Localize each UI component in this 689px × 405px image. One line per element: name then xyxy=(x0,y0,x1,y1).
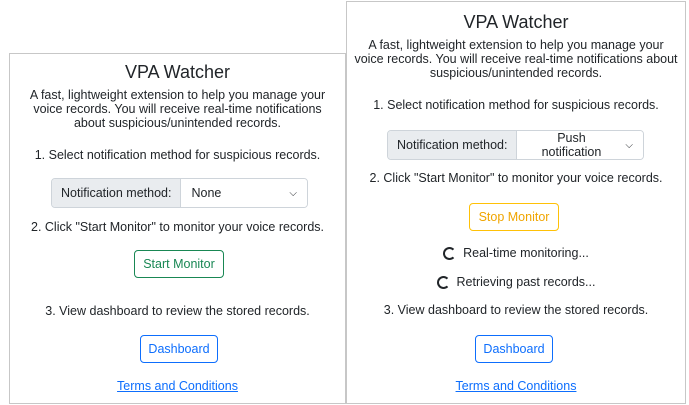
popup-panel-monitoring: VPA Watcher A fast, lightweight extensio… xyxy=(346,1,686,404)
step-2-text: 2. Click "Start Monitor" to monitor your… xyxy=(31,220,324,234)
select-current-value: None xyxy=(191,186,222,200)
terms-link[interactable]: Terms and Conditions xyxy=(347,379,685,393)
status-past-text: Retrieving past records... xyxy=(456,275,596,289)
popup-panel-idle: VPA Watcher A fast, lightweight extensio… xyxy=(9,53,346,404)
spinner-icon xyxy=(443,246,457,260)
select-current-value: Push notification xyxy=(541,131,602,159)
step-3-text: 3. View dashboard to review the stored r… xyxy=(383,303,649,317)
app-title: VPA Watcher xyxy=(124,62,231,82)
select-value[interactable]: Push notification ⌵ xyxy=(517,131,643,159)
dashboard-button[interactable]: Dashboard xyxy=(475,335,553,363)
status-realtime: Real-time monitoring... xyxy=(347,246,685,260)
start-monitor-button[interactable]: Start Monitor xyxy=(134,250,224,278)
step-3-text: 3. View dashboard to review the stored r… xyxy=(45,304,310,318)
app-title: VPA Watcher xyxy=(463,12,569,32)
step-1-text: 1. Select notification method for suspic… xyxy=(373,98,659,112)
step-2-text: 2. Click "Start Monitor" to monitor your… xyxy=(369,171,663,185)
notification-method-select[interactable]: Notification method: None ⌵ xyxy=(51,178,308,208)
app-description: A fast, lightweight extension to help yo… xyxy=(29,88,326,130)
status-realtime-text: Real-time monitoring... xyxy=(463,246,589,260)
stop-monitor-button[interactable]: Stop Monitor xyxy=(469,203,559,231)
status-past-records: Retrieving past records... xyxy=(347,275,685,289)
select-label: Notification method: xyxy=(388,131,518,159)
app-description: A fast, lightweight extension to help yo… xyxy=(354,38,678,80)
spinner-icon xyxy=(436,275,450,289)
select-value[interactable]: None ⌵ xyxy=(181,179,307,207)
step-1-text: 1. Select notification method for suspic… xyxy=(34,148,321,162)
notification-method-select[interactable]: Notification method: Push notification ⌵ xyxy=(387,130,644,160)
terms-link[interactable]: Terms and Conditions xyxy=(10,379,345,393)
chevron-down-icon: ⌵ xyxy=(289,187,297,199)
select-label: Notification method: xyxy=(52,179,182,207)
chevron-down-icon: ⌵ xyxy=(625,139,633,151)
dashboard-button[interactable]: Dashboard xyxy=(140,335,218,363)
